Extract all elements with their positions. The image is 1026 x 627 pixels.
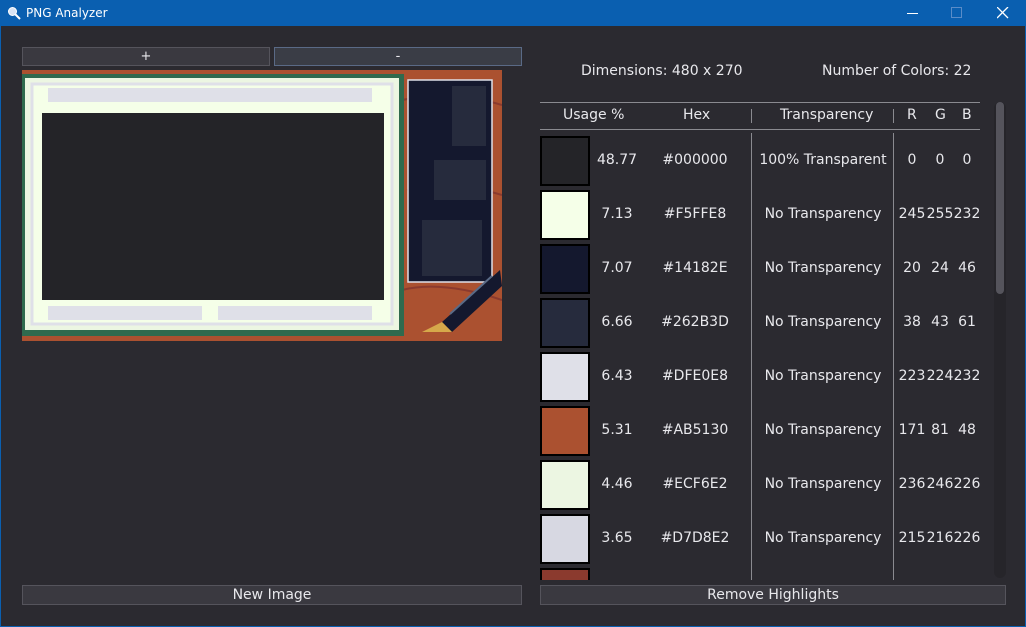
blue-cell: 226 <box>953 530 980 546</box>
usage-cell: 4.46 <box>601 476 633 492</box>
color-swatch[interactable] <box>540 406 590 456</box>
header-usage[interactable]: Usage % <box>563 107 624 123</box>
color-swatch[interactable] <box>540 136 590 186</box>
red-cell: 38 <box>903 314 921 330</box>
maximize-button[interactable] <box>934 1 980 26</box>
blue-cell: 232 <box>953 368 980 384</box>
usage-cell: 48.77 <box>596 152 638 168</box>
table-row[interactable]: 7.07 #14182E No Transparency 20 24 46 <box>540 243 980 297</box>
red-cell: 236 <box>898 476 926 492</box>
hex-cell: #D7D8E2 <box>660 530 730 546</box>
hex-cell: #000000 <box>662 152 728 168</box>
minimize-icon <box>907 13 918 14</box>
red-cell: 245 <box>898 206 926 222</box>
page-label-bottom-right <box>218 306 372 320</box>
table-row[interactable]: 3.65 #D7D8E2 No Transparency 215 216 226 <box>540 513 980 567</box>
transparent-area <box>42 113 384 300</box>
header-divider <box>751 109 752 123</box>
header-g[interactable]: G <box>935 107 946 123</box>
minimize-button[interactable] <box>890 1 936 26</box>
blue-cell: 46 <box>958 260 976 276</box>
color-table: Usage % Hex Transparency R G B 48.77 #000… <box>540 102 980 580</box>
transparency-cell: 100% Transparent <box>759 152 887 168</box>
usage-cell: 3.65 <box>601 530 633 546</box>
color-count-label: Number of Colors: 22 <box>822 63 972 79</box>
transparency-cell: No Transparency <box>764 206 882 222</box>
header-divider <box>893 109 894 123</box>
red-cell: 20 <box>903 260 921 276</box>
hex-cell: #262B3D <box>661 314 729 330</box>
magnifier-icon <box>8 7 21 20</box>
zoom-in-button[interactable]: + <box>22 47 270 66</box>
usage-cell: 6.66 <box>601 314 633 330</box>
page-label-bottom-left <box>48 306 202 320</box>
blue-cell: 226 <box>953 476 980 492</box>
red-cell: 171 <box>898 422 926 438</box>
image-preview[interactable] <box>22 70 502 341</box>
usage-cell: 7.07 <box>601 260 633 276</box>
green-cell: 43 <box>931 314 949 330</box>
color-swatch[interactable] <box>540 568 590 580</box>
transparency-cell: No Transparency <box>764 476 882 492</box>
table-header: Usage % Hex Transparency R G B <box>540 102 980 130</box>
hex-cell: #F5FFE8 <box>663 206 727 222</box>
hex-cell: #14182E <box>662 260 728 276</box>
color-swatch[interactable] <box>540 190 590 240</box>
header-b[interactable]: B <box>962 107 972 123</box>
table-row[interactable]: 6.43 #DFE0E8 No Transparency 223 224 232 <box>540 351 980 405</box>
usage-cell: 5.31 <box>601 422 633 438</box>
hex-cell: #ECF6E2 <box>662 476 728 492</box>
header-transparency[interactable]: Transparency <box>780 107 873 123</box>
window-title: PNG Analyzer <box>26 6 108 20</box>
green-cell: 246 <box>926 476 954 492</box>
red-cell: 223 <box>898 368 926 384</box>
blue-cell: 61 <box>958 314 976 330</box>
green-cell: 24 <box>931 260 949 276</box>
page-label-top <box>48 88 372 102</box>
table-row[interactable]: 48.77 #000000 100% Transparent 0 0 0 <box>540 135 980 189</box>
dimensions-label: Dimensions: 480 x 270 <box>581 63 743 79</box>
hex-cell: #AB5130 <box>661 422 729 438</box>
blue-cell: 48 <box>958 422 976 438</box>
table-row[interactable]: 4.46 #ECF6E2 No Transparency 236 246 226 <box>540 459 980 513</box>
transparency-cell: No Transparency <box>764 260 882 276</box>
blue-cell: 0 <box>962 152 972 168</box>
green-cell: 216 <box>926 530 954 546</box>
scrollbar-thumb[interactable] <box>996 102 1004 294</box>
usage-cell: 7.13 <box>601 206 633 222</box>
table-row[interactable]: 5.31 #AB5130 No Transparency 171 81 48 <box>540 405 980 459</box>
remove-highlights-button[interactable]: Remove Highlights <box>540 585 1006 605</box>
color-swatch[interactable] <box>540 352 590 402</box>
red-cell: 215 <box>898 530 926 546</box>
close-icon <box>997 7 1009 19</box>
usage-cell: 6.43 <box>601 368 633 384</box>
green-cell: 81 <box>931 422 949 438</box>
maximize-icon <box>951 7 962 18</box>
transparency-cell: No Transparency <box>764 422 882 438</box>
transparency-cell: No Transparency <box>764 314 882 330</box>
blue-cell: 232 <box>953 206 980 222</box>
transparency-cell: No Transparency <box>764 368 882 384</box>
color-swatch[interactable] <box>540 514 590 564</box>
new-image-button[interactable]: New Image <box>22 585 522 605</box>
color-swatch[interactable] <box>540 298 590 348</box>
table-row[interactable]: 6.66 #262B3D No Transparency 38 43 61 <box>540 297 980 351</box>
red-cell: 0 <box>907 152 917 168</box>
app-window: PNG Analyzer + - Dimensions: 480 x 270 N… <box>0 0 1026 627</box>
hex-cell: #DFE0E8 <box>661 368 729 384</box>
green-cell: 224 <box>926 368 954 384</box>
color-swatch[interactable] <box>540 244 590 294</box>
vertical-scrollbar[interactable] <box>994 102 1006 578</box>
table-row[interactable]: 7.13 #F5FFE8 No Transparency 245 255 232 <box>540 189 980 243</box>
header-r[interactable]: R <box>907 107 917 123</box>
green-cell: 255 <box>926 206 954 222</box>
green-cell: 0 <box>935 152 945 168</box>
header-hex[interactable]: Hex <box>683 107 710 123</box>
close-button[interactable] <box>980 1 1026 26</box>
color-swatch[interactable] <box>540 460 590 510</box>
transparency-cell: No Transparency <box>764 530 882 546</box>
zoom-out-button[interactable]: - <box>274 47 522 66</box>
table-row[interactable] <box>540 567 980 580</box>
title-bar[interactable]: PNG Analyzer <box>1 1 1025 26</box>
